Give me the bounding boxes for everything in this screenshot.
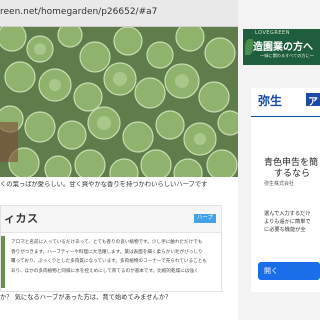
- yayoi-logo-mark: ア: [306, 93, 320, 108]
- address-bar[interactable]: reen.net/homegarden/p26652/#a7: [0, 0, 238, 27]
- herb-thumbnail: [1, 236, 5, 288]
- description-line: 覆っており、ぷっくりとした多肉質になっています。多肉植物のコーナーで売られている…: [11, 259, 207, 264]
- yayoi-ad[interactable]: 弥生 ア 青色申告を簡 するなら 弥生株式会社 選んで入力するだけ よりも遥かに…: [251, 88, 320, 292]
- herb-leaves-image: [0, 27, 238, 177]
- ad-company-name: 弥生株式会社: [264, 181, 295, 187]
- lovegreen-ad-banner[interactable]: LOVEGREEN 造園業の方へ 〜緑に関わるすべての方に〜: [243, 29, 320, 65]
- yayoi-logo-text: 弥生: [258, 94, 283, 108]
- closing-question: か？ 気になるハーブがあった方は、育て始めてみませんか？: [0, 294, 172, 301]
- herb-photo: [0, 27, 238, 177]
- ad-description: 選んで入力するだけ よりも遥かに簡単で に必要な機能が全: [264, 210, 311, 234]
- herb-card-title: ィカス: [4, 212, 39, 225]
- ad-headline-line-2: するなら: [274, 169, 311, 179]
- article-main: くの葉っぱが愛らしい。甘く爽やかな香りを持つかわいらしいハーブです ィカス ハー…: [0, 27, 238, 320]
- ad-subline: 〜緑に関わるすべての方に〜: [260, 53, 314, 58]
- ad-open-button[interactable]: 開く: [258, 262, 320, 280]
- ad-headline: 造園業の方へ: [253, 42, 313, 53]
- herb-card: ィカス ハーブ アロマと名前に入っているだけあって、とても香りの良い植物です。少…: [0, 205, 222, 292]
- photo-caption: くの葉っぱが愛らしい。甘く爽やかな香りを持つかわいらしいハーブです: [0, 181, 208, 188]
- herb-card-header: ィカス ハーブ: [1, 206, 221, 233]
- ad-description-line: よりも遥かに簡単で: [264, 219, 311, 225]
- yayoi-logo-glyph: ア: [308, 97, 318, 108]
- description-line: あり、ほかの多肉植物と同様に水を控えめにして育てるのが基本です。比較的乾燥には強…: [11, 268, 199, 274]
- ad-description-line: に必要な機能が全: [264, 227, 306, 233]
- ad-brand: LOVEGREEN: [255, 30, 290, 36]
- description-line: アロマと名前に入っているだけあって、とても香りの良い植物です。少し手に触れただけ…: [11, 240, 203, 245]
- browser-page: reen.net/homegarden/p26652/#a7 くの葉っぱが愛らし…: [0, 0, 320, 320]
- ad-description-line: 選んで入力するだけ: [264, 211, 311, 217]
- description-line: 香りがつきます。ハーブティーや料理に大活躍します。葉は表面を細く柔らかい毛がびっ…: [11, 249, 203, 255]
- herb-category-tag[interactable]: ハーブ: [194, 214, 216, 223]
- ad-divider: [251, 116, 320, 117]
- ad-footer-space: [243, 292, 320, 320]
- url-text[interactable]: reen.net/homegarden/p26652/#a7: [0, 7, 157, 17]
- herb-card-description: アロマと名前に入っているだけあって、とても香りの良い植物です。少し手に触れただけ…: [11, 238, 216, 276]
- leaf-icon: [245, 39, 253, 55]
